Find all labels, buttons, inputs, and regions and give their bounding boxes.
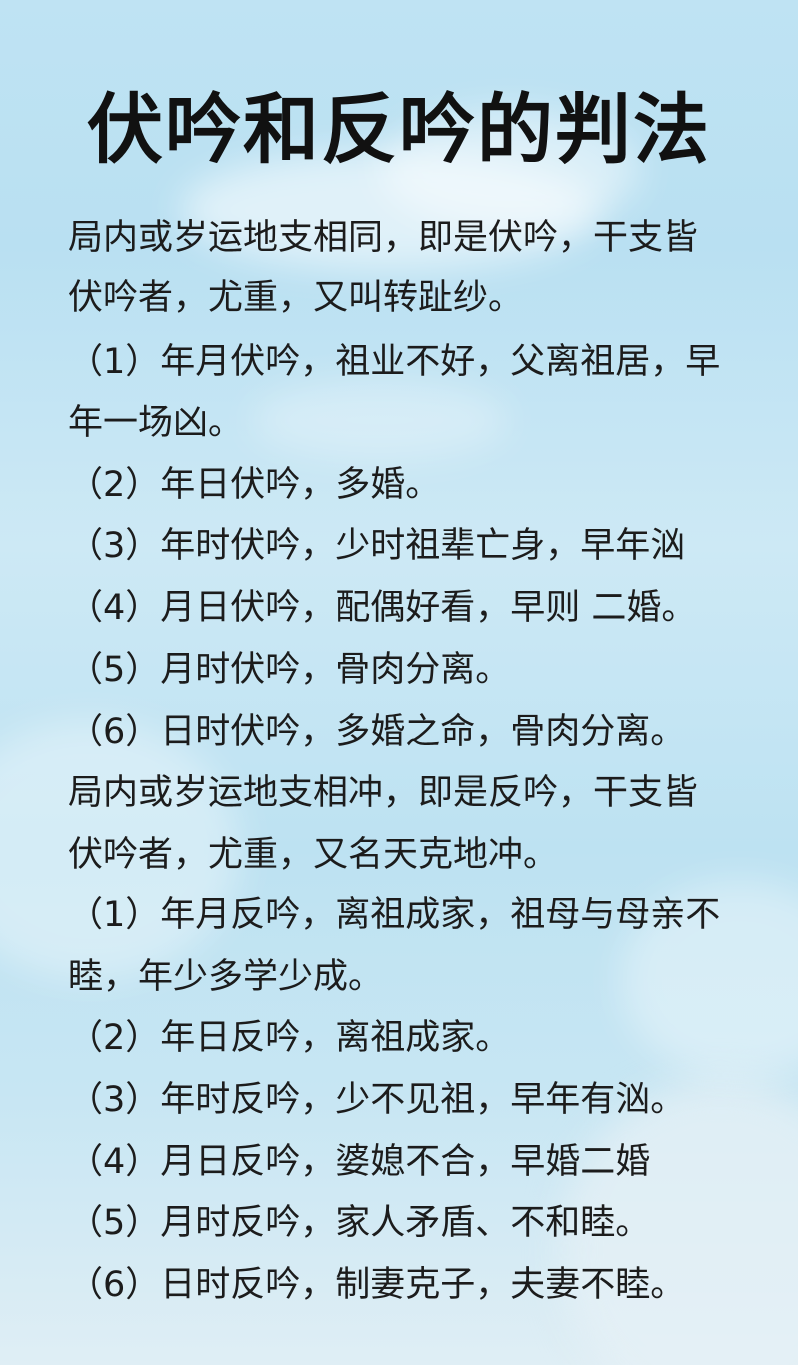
page-title: 伏吟和反吟的判法 [87,85,711,174]
text-line: （4）月日伏吟，配偶好看，早则 二婚。 [68,588,697,628]
text-line: （1）年月伏吟，祖业不好，父离祖居，早 [68,342,721,382]
text-line: （4）月日反吟，婆媳不合，早婚二婚 [68,1142,651,1182]
text-line: （6）日时伏吟，多婚之命，骨肉分离。 [68,712,686,752]
text-line: 伏吟者，尤重，又叫转趾纱。 [68,278,524,318]
text-line: 睦，年少多学少成。 [68,957,384,997]
text-line: （3）年时反吟，少不见祖，早年有汹。 [68,1080,686,1120]
text-line: （6）日时反吟，制妻克子，夫妻不睦。 [68,1265,686,1305]
text-line: 局内或岁运地支相冲，即是反吟，干支皆 [68,773,699,813]
text-line: （2）年日伏吟，多婚。 [68,465,441,505]
document-page: 伏吟和反吟的判法 局内或岁运地支相同，即是伏吟，干支皆 伏吟者，尤重，又叫转趾纱… [0,0,798,1365]
text-line: （3）年时伏吟，少时祖辈亡身，早年汹 [68,526,686,566]
text-line: 年一场凶。 [68,403,244,443]
text-line: 伏吟者，尤重，又名天克地冲。 [68,835,559,875]
text-line: （1）年月反吟，离祖成家，祖母与母亲不 [68,895,721,935]
text-line: （5）月时反吟，家人矛盾、不和睦。 [68,1203,651,1243]
text-line: 局内或岁运地支相同，即是伏吟，干支皆 [68,218,699,258]
text-line: （2）年日反吟，离祖成家。 [68,1018,511,1058]
text-line: （5）月时伏吟，骨肉分离。 [68,650,511,690]
